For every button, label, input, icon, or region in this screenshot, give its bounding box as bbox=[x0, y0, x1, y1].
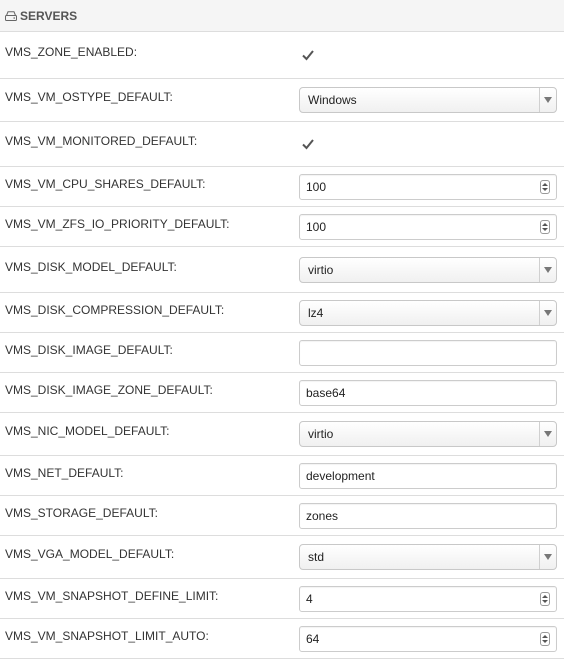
setting-row-vms-nic-model-default: VMS_NIC_MODEL_DEFAULT: virtio bbox=[0, 413, 564, 456]
setting-label: VMS_DISK_IMAGE_ZONE_DEFAULT: bbox=[5, 382, 213, 397]
checkmark-icon bbox=[302, 138, 314, 149]
chevron-down-icon[interactable] bbox=[539, 257, 556, 282]
setting-row-vms-vga-model-default: VMS_VGA_MODEL_DEFAULT: std bbox=[0, 536, 564, 579]
input-value: 100 bbox=[306, 219, 327, 234]
setting-label: VMS_VM_CPU_SHARES_DEFAULT: bbox=[5, 176, 206, 191]
setting-label: VMS_VGA_MODEL_DEFAULT: bbox=[5, 547, 175, 561]
select-dropdown[interactable]: virtio bbox=[299, 421, 557, 447]
setting-control: 100 bbox=[299, 213, 557, 240]
number-input[interactable]: 100 bbox=[299, 173, 557, 200]
select-dropdown[interactable]: std bbox=[299, 544, 557, 570]
setting-row-vms-vm-zfs-io-priority-default: VMS_VM_ZFS_IO_PRIORITY_DEFAULT: 100 bbox=[0, 207, 564, 247]
setting-row-vms-vm-snapshot-define-limit: VMS_VM_SNAPSHOT_DEFINE_LIMIT: 4 bbox=[0, 579, 564, 619]
settings-list: VMS_ZONE_ENABLED: VMS_VM_OSTYPE_DEFAULT: W… bbox=[0, 32, 564, 659]
setting-label: VMS_VM_SNAPSHOT_LIMIT_AUTO: bbox=[5, 628, 209, 643]
select-value: virtio bbox=[308, 427, 334, 441]
text-input[interactable]: development bbox=[299, 462, 557, 489]
setting-control bbox=[299, 133, 557, 156]
select-dropdown[interactable]: Windows bbox=[299, 87, 557, 113]
stepper-icon[interactable] bbox=[540, 219, 550, 234]
stepper-icon[interactable] bbox=[540, 631, 550, 646]
setting-control bbox=[299, 44, 557, 67]
setting-row-vms-disk-compression-default: VMS_DISK_COMPRESSION_DEFAULT: lz4 bbox=[0, 293, 564, 333]
setting-label: VMS_VM_SNAPSHOT_DEFINE_LIMIT: bbox=[5, 588, 219, 603]
number-input[interactable]: 4 bbox=[299, 585, 557, 612]
select-value: lz4 bbox=[308, 305, 324, 320]
hdd-icon bbox=[5, 10, 17, 21]
checkbox[interactable] bbox=[301, 137, 315, 151]
setting-control: virtio bbox=[299, 421, 557, 447]
section-header: SERVERS bbox=[0, 0, 564, 32]
checkmark-icon bbox=[302, 49, 314, 60]
input-value: base64 bbox=[306, 385, 346, 400]
setting-row-vms-vm-ostype-default: VMS_VM_OSTYPE_DEFAULT: Windows bbox=[0, 79, 564, 122]
number-input[interactable]: 100 bbox=[299, 213, 557, 240]
setting-label: VMS_NET_DEFAULT: bbox=[5, 465, 124, 480]
setting-label: VMS_DISK_IMAGE_DEFAULT: bbox=[5, 342, 173, 357]
setting-control: lz4 bbox=[299, 299, 557, 326]
input-value: 4 bbox=[306, 591, 313, 606]
chevron-down-icon[interactable] bbox=[539, 545, 556, 569]
setting-control: 100 bbox=[299, 173, 557, 200]
input-value: 100 bbox=[306, 179, 327, 194]
stepper-icon[interactable] bbox=[540, 179, 550, 194]
setting-row-vms-disk-image-zone-default: VMS_DISK_IMAGE_ZONE_DEFAULT: base64 bbox=[0, 373, 564, 413]
number-input[interactable]: 64 bbox=[299, 625, 557, 652]
setting-row-vms-vm-snapshot-limit-auto: VMS_VM_SNAPSHOT_LIMIT_AUTO: 64 bbox=[0, 619, 564, 659]
select-value: virtio bbox=[308, 262, 334, 277]
setting-control: zones bbox=[299, 502, 557, 529]
setting-control: base64 bbox=[299, 379, 557, 406]
input-value: zones bbox=[306, 508, 339, 523]
setting-label: VMS_ZONE_ENABLED: bbox=[5, 45, 138, 59]
section-title: SERVERS bbox=[20, 8, 78, 23]
setting-control: 64 bbox=[299, 625, 557, 652]
setting-label: VMS_STORAGE_DEFAULT: bbox=[5, 505, 158, 520]
setting-row-vms-disk-model-default: VMS_DISK_MODEL_DEFAULT: virtio bbox=[0, 247, 564, 293]
text-input[interactable]: base64 bbox=[299, 379, 557, 406]
checkbox[interactable] bbox=[301, 48, 315, 62]
setting-control: Windows bbox=[299, 87, 557, 113]
select-dropdown[interactable]: virtio bbox=[299, 256, 557, 283]
chevron-down-icon[interactable] bbox=[539, 300, 556, 325]
chevron-down-icon[interactable] bbox=[539, 422, 556, 446]
stepper-icon[interactable] bbox=[540, 591, 550, 606]
servers-settings-panel: SERVERS VMS_ZONE_ENABLED: VMS_VM_OSTYPE_D… bbox=[0, 0, 564, 659]
setting-label: VMS_VM_ZFS_IO_PRIORITY_DEFAULT: bbox=[5, 216, 230, 231]
input-value: 64 bbox=[306, 631, 320, 646]
select-dropdown[interactable]: lz4 bbox=[299, 299, 557, 326]
setting-control: development bbox=[299, 462, 557, 489]
setting-row-vms-net-default: VMS_NET_DEFAULT: development bbox=[0, 456, 564, 496]
setting-row-vms-vm-monitored-default: VMS_VM_MONITORED_DEFAULT: bbox=[0, 122, 564, 167]
setting-control: std bbox=[299, 544, 557, 570]
setting-label: VMS_DISK_MODEL_DEFAULT: bbox=[5, 259, 177, 274]
setting-control: 4 bbox=[299, 585, 557, 612]
text-input[interactable] bbox=[299, 339, 557, 366]
chevron-down-icon[interactable] bbox=[539, 88, 556, 112]
setting-label: VMS_VM_OSTYPE_DEFAULT: bbox=[5, 90, 173, 104]
setting-row-vms-vm-cpu-shares-default: VMS_VM_CPU_SHARES_DEFAULT: 100 bbox=[0, 167, 564, 207]
setting-label: VMS_DISK_COMPRESSION_DEFAULT: bbox=[5, 302, 225, 317]
setting-control: virtio bbox=[299, 256, 557, 283]
select-value: std bbox=[308, 550, 325, 564]
setting-label: VMS_VM_MONITORED_DEFAULT: bbox=[5, 134, 198, 148]
setting-row-vms-disk-image-default: VMS_DISK_IMAGE_DEFAULT: bbox=[0, 333, 564, 373]
setting-row-vms-zone-enabled: VMS_ZONE_ENABLED: bbox=[0, 32, 564, 79]
input-value: development bbox=[306, 468, 375, 483]
setting-label: VMS_NIC_MODEL_DEFAULT: bbox=[5, 424, 170, 438]
setting-control bbox=[299, 339, 557, 366]
setting-row-vms-storage-default: VMS_STORAGE_DEFAULT: zones bbox=[0, 496, 564, 536]
select-value: Windows bbox=[308, 93, 357, 107]
text-input[interactable]: zones bbox=[299, 502, 557, 529]
